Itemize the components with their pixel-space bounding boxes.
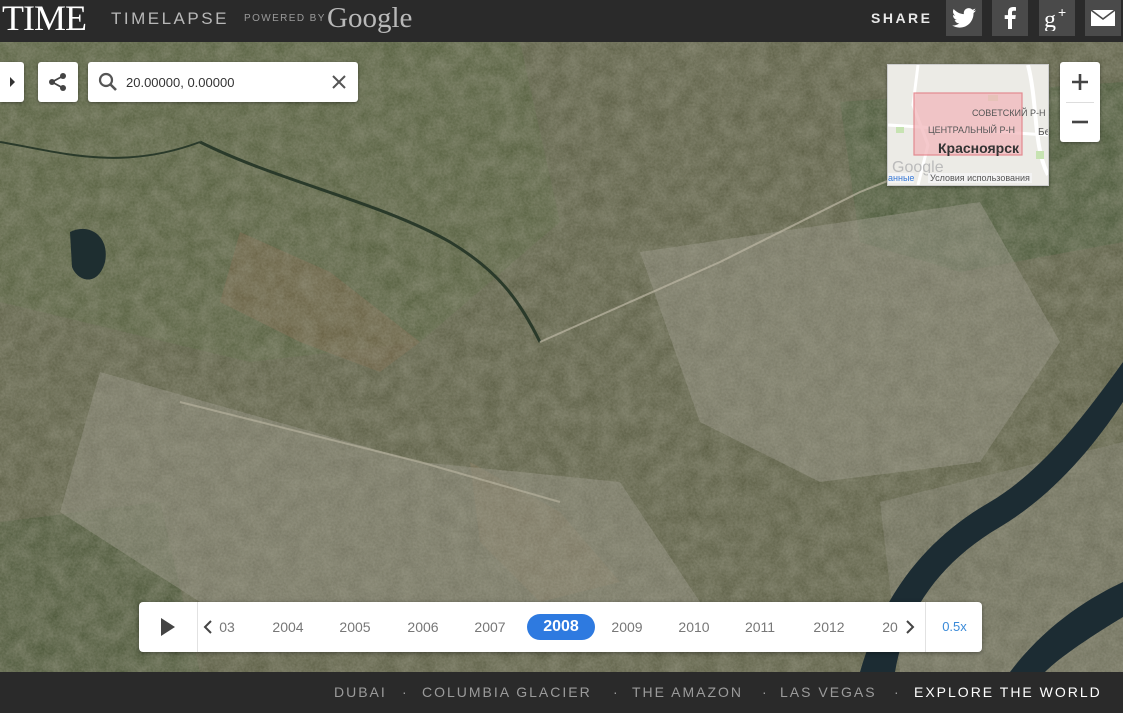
chevron-right-icon (10, 77, 15, 87)
minimap-district-2: ЦЕНТРАЛЬНЫЙ Р-Н (928, 125, 1016, 135)
timeline-bar: 03 2004 2005 2006 2007 2008 2009 2010 20… (139, 602, 982, 652)
top-bar: TIME TIMELAPSE POWERED BY Google SHARE g… (0, 0, 1123, 42)
share-icon (49, 73, 66, 91)
panel-toggle-button[interactable] (0, 62, 24, 102)
year-item[interactable]: 2012 (799, 614, 859, 640)
minus-icon (1072, 120, 1088, 124)
year-item[interactable]: 2004 (258, 614, 318, 640)
svg-text:+: + (1058, 5, 1066, 20)
explore-the-world-link[interactable]: EXPLORE THE WORLD (914, 672, 1102, 713)
footer-link-las-vegas[interactable]: LAS VEGAS (780, 672, 877, 713)
zoom-out-button[interactable] (1060, 102, 1100, 142)
google-plus-share-button[interactable]: g + (1039, 0, 1075, 36)
year-item[interactable]: 2006 (393, 614, 453, 640)
zoom-control (1060, 62, 1100, 142)
year-item[interactable]: 2005 (325, 614, 385, 640)
share-label: SHARE (871, 10, 933, 26)
location-search[interactable] (88, 62, 358, 102)
footer-separator: · (762, 684, 767, 700)
time-logo[interactable]: TIME (2, 0, 87, 39)
facebook-icon (1004, 7, 1016, 29)
year-item[interactable]: 03 (197, 614, 257, 640)
year-item[interactable]: 2011 (730, 614, 790, 640)
minimap-edge-label: Бе (1038, 127, 1049, 138)
playback-speed-button[interactable]: 0.5x (925, 602, 983, 652)
footer-separator: · (402, 684, 407, 700)
year-item[interactable]: 2007 (460, 614, 520, 640)
year-item[interactable]: 2010 (664, 614, 724, 640)
twitter-share-button[interactable] (946, 0, 982, 36)
powered-by-label: POWERED BY (244, 13, 326, 24)
email-share-button[interactable] (1085, 0, 1121, 36)
twitter-icon (952, 8, 976, 28)
footer-link-the-amazon[interactable]: THE AMAZON (632, 672, 743, 713)
plus-icon (1072, 74, 1088, 90)
minimap-district-1: СОВЕТСКИЙ Р-Н (972, 108, 1046, 118)
footer-separator: · (613, 684, 618, 700)
svg-text:g: g (1044, 7, 1056, 31)
close-icon[interactable] (331, 74, 347, 90)
play-button[interactable] (139, 602, 198, 652)
facebook-share-button[interactable] (992, 0, 1028, 36)
play-icon (161, 618, 175, 636)
search-input[interactable] (126, 72, 326, 92)
zoom-in-button[interactable] (1060, 62, 1100, 102)
google-plus-icon: g + (1044, 5, 1066, 31)
footer-link-dubai[interactable]: DUBAI (334, 672, 387, 713)
share-view-button[interactable] (38, 62, 78, 102)
minimap-data-link[interactable]: анные (888, 173, 915, 183)
bottom-bar: DUBAI · COLUMBIA GLACIER · THE AMAZON · … (0, 672, 1123, 713)
timelapse-title: TIMELAPSE (111, 9, 229, 28)
overview-minimap[interactable]: СОВЕТСКИЙ Р-Н ЦЕНТРАЛЬНЫЙ Р-Н Бе Красноя… (887, 64, 1049, 186)
email-icon (1091, 10, 1115, 26)
minimap-city-label: Красноярск (938, 140, 1020, 156)
search-icon (98, 72, 117, 91)
selected-year[interactable]: 2008 (527, 614, 595, 640)
year-strip: 03 2004 2005 2006 2007 2008 2009 2010 20… (197, 602, 925, 652)
footer-link-columbia-glacier[interactable]: COLUMBIA GLACIER (422, 672, 592, 713)
year-item[interactable]: 2009 (597, 614, 657, 640)
minimap-terms-link[interactable]: Условия использования (928, 173, 1032, 183)
google-logo: Google (327, 2, 413, 34)
footer-separator: · (894, 684, 899, 700)
chevron-right-icon[interactable] (905, 620, 915, 634)
